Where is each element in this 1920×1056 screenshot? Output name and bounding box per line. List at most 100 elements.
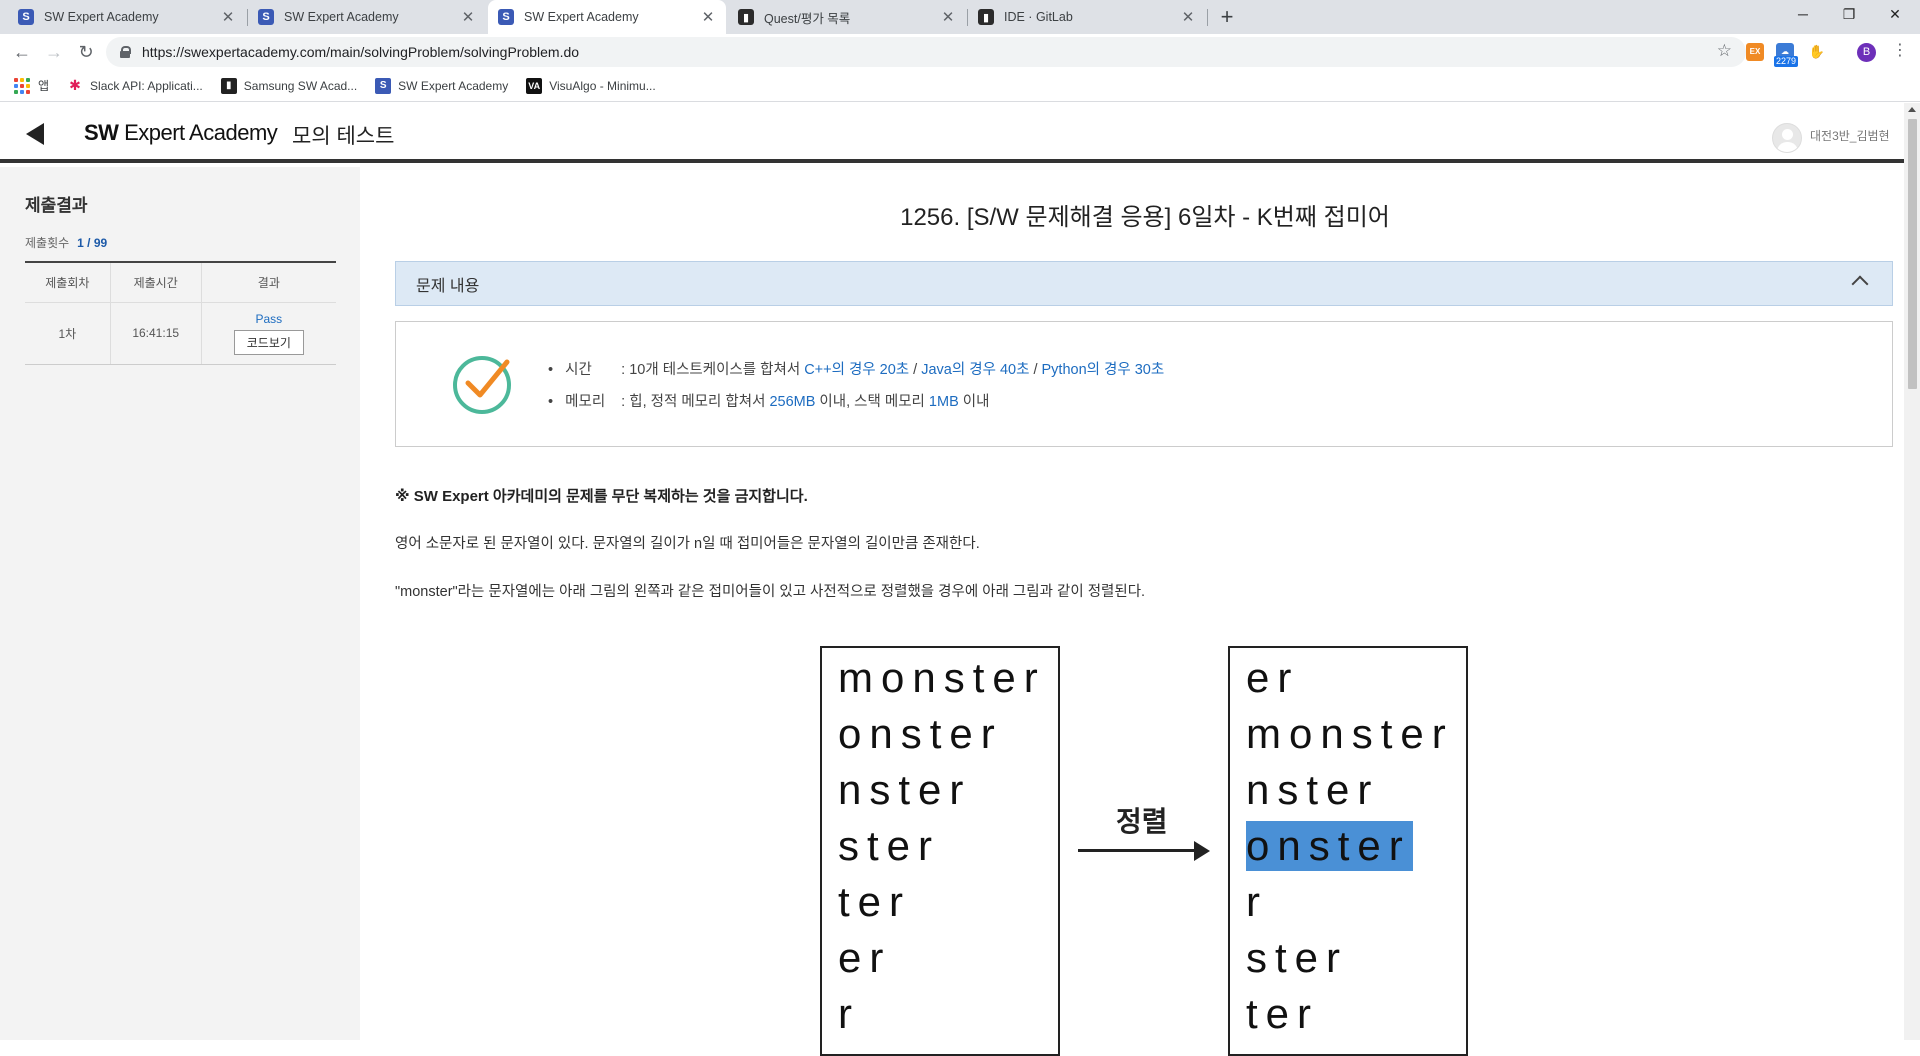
brand-bold: SW: [84, 120, 119, 145]
bookmark-label: VisuAlgo - Minimu...: [549, 78, 656, 93]
submission-count: 제출횟수 1 / 99: [25, 234, 107, 251]
sorted-word: monster: [1246, 710, 1454, 757]
constraints-box: • 시간: 10개 테스트케이스를 합쳐서 C++의 경우 20초 / Java…: [395, 321, 1893, 447]
browser-tab[interactable]: ▮ IDE · GitLab ✕: [968, 0, 1206, 34]
bookmark-item[interactable]: ▮ Samsung SW Acad...: [220, 77, 358, 94]
close-tab-icon[interactable]: ✕: [700, 8, 716, 26]
sorted-word: nster: [1246, 766, 1380, 813]
close-tab-icon[interactable]: ✕: [220, 8, 236, 26]
arrow-head-icon: [1194, 841, 1210, 861]
minimize-button[interactable]: ─: [1780, 0, 1826, 30]
browser-tab[interactable]: S SW Expert Academy ✕: [248, 0, 486, 34]
sorted-word: ster: [1246, 934, 1349, 981]
column-header: 결과: [200, 261, 336, 303]
bookmark-label: 앱: [38, 79, 50, 93]
page-subtitle: 모의 테스트: [292, 125, 395, 148]
tab-title: SW Expert Academy: [284, 10, 399, 24]
submission-title: 제출결과: [25, 196, 88, 215]
memory-heap: 256MB: [769, 394, 816, 410]
submission-time: 16:41:15: [109, 302, 202, 365]
extension-puzzle-icon[interactable]: ✋: [1808, 43, 1826, 61]
gitlab-favicon-icon: ▮: [738, 9, 754, 25]
suffix-word: er: [838, 934, 892, 981]
submission-count-value: 1 / 99: [77, 236, 108, 250]
chevron-up-icon[interactable]: [1851, 275, 1869, 293]
bookmarks-bar: 앱 ✱ Slack API: Applicati... ▮ Samsung SW…: [0, 70, 1920, 102]
time-label: 시간: [565, 362, 592, 378]
problem-paragraph: "monster"라는 문자열에는 아래 그림의 왼쪽과 같은 접미어들이 있고…: [395, 584, 1146, 600]
memory-mid: 이내, 스택 메모리: [815, 394, 929, 410]
browser-tab[interactable]: S SW Expert Academy ✕: [8, 0, 246, 34]
tab-title: IDE · GitLab: [1004, 10, 1073, 24]
problem-paragraph: 영어 소문자로 된 문자열이 있다. 문자열의 길이가 n일 때 접미어들은 문…: [395, 536, 980, 552]
restore-button[interactable]: ❐: [1826, 0, 1872, 30]
sorted-word-highlighted: onster: [1246, 821, 1413, 871]
brand-logo[interactable]: SW Expert Academy: [84, 120, 278, 146]
back-icon[interactable]: ←: [8, 38, 36, 66]
gitlab-favicon-icon: ▮: [978, 9, 994, 25]
visualgo-icon: VA: [526, 77, 543, 94]
bookmark-apps[interactable]: 앱: [14, 77, 49, 94]
sw-favicon-icon: S: [375, 77, 392, 94]
bookmark-item[interactable]: ✱ Slack API: Applicati...: [67, 77, 203, 94]
close-tab-icon[interactable]: ✕: [1180, 8, 1196, 26]
tab-title: SW Expert Academy: [524, 10, 639, 24]
bookmark-item[interactable]: VA VisuAlgo - Minimu...: [526, 77, 656, 94]
scroll-up-icon[interactable]: [1908, 107, 1916, 112]
copy-warning: ※ SW Expert 아카데미의 문제를 무단 복제하는 것을 금지합니다.: [395, 488, 808, 505]
new-tab-button[interactable]: +: [1214, 4, 1240, 30]
bookmark-item[interactable]: S SW Expert Academy: [375, 77, 508, 94]
submission-round: 1차: [25, 302, 111, 365]
memory-suffix: 이내: [958, 394, 990, 410]
tab-title: Quest/평가 목록: [764, 11, 851, 26]
apps-grid-icon: [14, 77, 30, 94]
submission-table: 제출회차 제출시간 결과 1차 16:41:15 Pass 코드보기: [25, 261, 336, 365]
lock-icon: [120, 46, 131, 58]
browser-tab-active[interactable]: S SW Expert Academy ✕: [488, 0, 726, 34]
time-prefix: : 10개 테스트케이스를 합쳐서: [621, 362, 805, 378]
address-bar[interactable]: https://swexpertacademy.com/main/solving…: [106, 37, 1746, 67]
close-tab-icon[interactable]: ✕: [940, 8, 956, 26]
time-cpp: C++의 경우 20초: [804, 362, 910, 378]
sort-arrow-label: 정렬: [1116, 806, 1168, 837]
samsung-icon: ▮: [220, 77, 237, 94]
view-code-button[interactable]: 코드보기: [233, 329, 304, 355]
suffix-word: onster: [838, 710, 1003, 757]
url-text: https://swexpertacademy.com/main/solving…: [142, 44, 580, 60]
slack-icon: ✱: [67, 77, 84, 94]
bookmark-star-icon[interactable]: ☆: [1717, 41, 1732, 61]
suffix-list-box: monster onster nster ster ter er r: [820, 646, 1060, 1056]
time-python: Python의 경우 30초: [1041, 362, 1165, 378]
time-sep: /: [909, 362, 922, 378]
problem-section-header[interactable]: 문제 내용: [395, 261, 1893, 306]
scroll-thumb[interactable]: [1908, 119, 1917, 389]
suffix-word: monster: [838, 654, 1046, 701]
user-name[interactable]: 대전3반_김범현: [1810, 127, 1890, 144]
reload-icon[interactable]: ↻: [72, 38, 100, 66]
extension-icon[interactable]: EX: [1746, 43, 1764, 61]
close-tab-icon[interactable]: ✕: [460, 8, 476, 26]
time-limit-row: • 시간: 10개 테스트케이스를 합쳐서 C++의 경우 20초 / Java…: [548, 358, 1164, 379]
problem-title: 1256. [S/W 문제해결 응용] 6일차 - K번째 접미어: [900, 204, 1390, 231]
submission-result-cell: Pass 코드보기: [200, 302, 336, 365]
forward-icon[interactable]: →: [40, 38, 68, 66]
sorted-suffix-box: er monster nster onster r ster ter: [1228, 646, 1468, 1056]
memory-limit-row: • 메모리: 힙, 정적 메모리 합쳐서 256MB 이내, 스택 메모리 1M…: [548, 390, 989, 411]
memory-label: 메모리: [565, 394, 606, 410]
suffix-word: r: [838, 990, 860, 1037]
menu-dots-icon[interactable]: ⋮: [1892, 40, 1908, 60]
profile-avatar[interactable]: B: [1857, 43, 1876, 62]
sorted-word: r: [1246, 878, 1268, 925]
close-window-button[interactable]: ✕: [1872, 0, 1918, 30]
suffix-word: ter: [838, 878, 912, 925]
suffix-word: ster: [838, 822, 941, 869]
bookmark-label: Samsung SW Acad...: [243, 78, 358, 93]
user-avatar[interactable]: [1772, 123, 1802, 153]
browser-tab[interactable]: ▮ Quest/평가 목록 ✕: [728, 0, 966, 34]
page-scrollbar[interactable]: [1904, 103, 1920, 1040]
sorted-word: ter: [1246, 990, 1320, 1037]
back-arrow-icon[interactable]: [26, 123, 44, 145]
problem-content: 1256. [S/W 문제해결 응용] 6일차 - K번째 접미어 문제 내용 …: [360, 167, 1904, 1056]
memory-stack: 1MB: [928, 394, 959, 410]
site-header: SW Expert Academy 모의 테스트 대전3반_김범현: [0, 103, 1904, 163]
